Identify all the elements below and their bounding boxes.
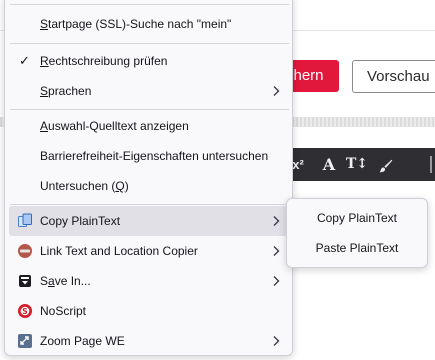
- languages-label-rest: prachen: [48, 84, 92, 98]
- access-key: S: [40, 17, 49, 31]
- menu-separator: [10, 43, 289, 44]
- menu-item-spellcheck[interactable]: ✓ Rechtschreibung prüfen: [9, 46, 290, 76]
- menu-item-search-startpage[interactable]: Startpage (SSL)-Suche nach "mein": [9, 9, 290, 39]
- context-menu: Startpage (SSL)-Suche nach "mein" ✓ Rech…: [4, 0, 293, 356]
- menu-item-label: Copy PlainText: [40, 214, 121, 228]
- link-copier-icon: [18, 244, 32, 258]
- submenu-item-paste-plaintext[interactable]: Paste PlainText: [291, 233, 423, 263]
- menu-separator: [10, 109, 289, 110]
- save-in-icon: [19, 275, 31, 287]
- access-key: a: [48, 274, 55, 288]
- menu-item-label: Sprachen: [40, 76, 91, 106]
- menu-item-label: Rechtschreibung prüfen: [40, 46, 167, 76]
- copy-plaintext-submenu: Copy PlainText Paste PlainText: [286, 198, 428, 268]
- access-key: R: [40, 54, 49, 68]
- menu-item-label: Save In...: [40, 266, 91, 296]
- spellcheck-label-rest: echtschreibung prüfen: [48, 54, 168, 68]
- menu-item-label: Barrierefreiheit-Eigenschaften untersuch…: [40, 149, 269, 163]
- menu-item-label: Startpage (SSL)-Suche nach "mein": [40, 9, 231, 39]
- access-key: Q: [115, 179, 125, 193]
- chevron-right-icon: [273, 336, 280, 346]
- chevron-right-icon: [273, 276, 280, 286]
- submenu-item-copy-plaintext[interactable]: Copy PlainText: [291, 203, 423, 233]
- zoom-page-icon: [18, 334, 32, 348]
- noscript-icon: S: [18, 304, 32, 318]
- menu-item-view-selection-source[interactable]: Auswahl-Quelltext anzeigen: [9, 111, 290, 141]
- save-in-label-rest: ve In...: [54, 274, 91, 288]
- chevron-right-icon: [273, 216, 280, 226]
- menu-item-languages[interactable]: Sprachen: [9, 76, 290, 106]
- editor-toolbar: x² A T↕: [280, 148, 435, 181]
- menu-item-zoom-page[interactable]: Zoom Page WE: [9, 326, 290, 356]
- text-size-tool-button[interactable]: T↕: [344, 148, 370, 181]
- menu-separator: [10, 204, 289, 205]
- menu-item-link-text-location-copier[interactable]: Link Text and Location Copier: [9, 236, 290, 266]
- brush-icon: [379, 159, 393, 172]
- toolbar-separator: [430, 156, 432, 173]
- chevron-right-icon: [273, 246, 280, 256]
- menu-separator: [10, 4, 289, 5]
- font-tool-button[interactable]: A: [318, 148, 340, 181]
- chevron-right-icon: [273, 86, 280, 96]
- menu-item-label: NoScript: [40, 304, 87, 318]
- menu-item-label: Link Text and Location Copier: [40, 244, 198, 258]
- search-label-rest: tartpage (SSL)-Suche nach "mein": [48, 17, 232, 31]
- preview-button[interactable]: Vorschau: [352, 60, 435, 93]
- menu-item-copy-plaintext[interactable]: Copy PlainText: [9, 206, 290, 236]
- svg-text:S: S: [22, 307, 27, 316]
- menu-item-label: Zoom Page WE: [40, 334, 125, 348]
- view-source-label-rest: uswahl-Quelltext anzeigen: [48, 119, 189, 133]
- save-in-label-first: S: [40, 274, 49, 288]
- menu-item-noscript[interactable]: S NoScript: [9, 296, 290, 326]
- access-key: A: [40, 119, 49, 133]
- access-key: S: [40, 84, 49, 98]
- menu-item-inspect-accessibility[interactable]: Barrierefreiheit-Eigenschaften untersuch…: [9, 141, 290, 171]
- menu-item-save-in[interactable]: Save In...: [9, 266, 290, 296]
- menu-item-label: Untersuchen (Q): [40, 179, 129, 193]
- copy-plaintext-icon: [18, 213, 32, 227]
- menu-item-label: Auswahl-Quelltext anzeigen: [40, 111, 189, 141]
- checkmark-icon: ✓: [19, 53, 30, 68]
- menu-item-inspect[interactable]: Untersuchen (Q): [9, 171, 290, 201]
- brush-tool-button[interactable]: [374, 148, 398, 181]
